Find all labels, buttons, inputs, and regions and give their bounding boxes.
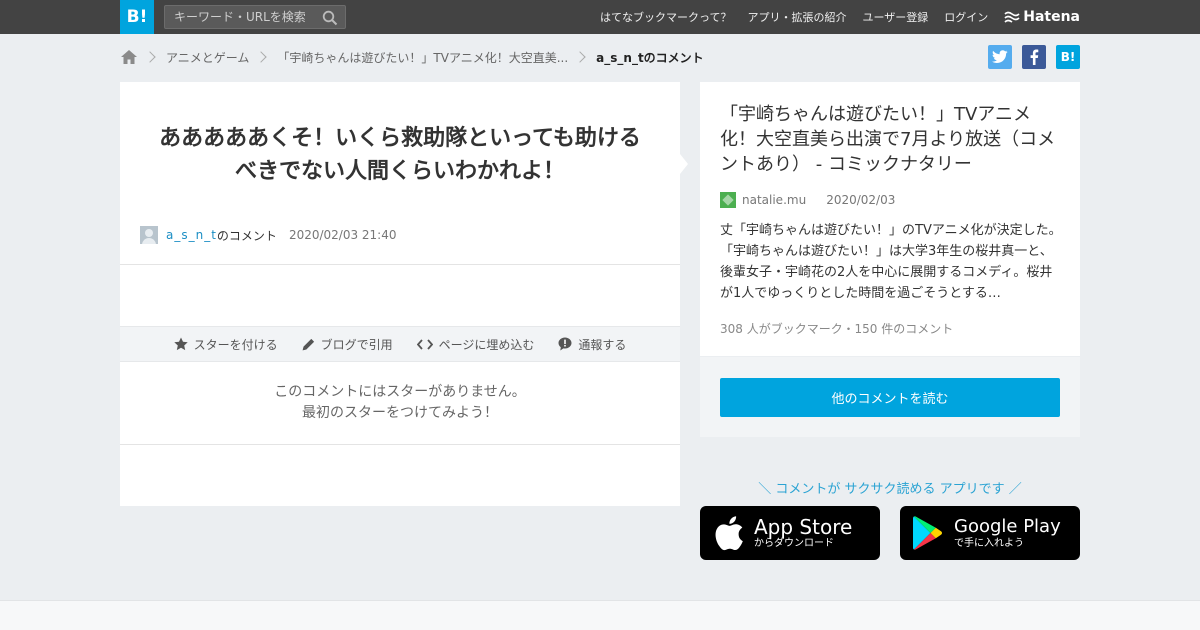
apple-icon — [715, 516, 743, 551]
embed-label: ページに埋め込む — [438, 337, 535, 352]
google-play-title: Google Play — [954, 516, 1061, 537]
hatebu-logo[interactable]: B! — [120, 0, 154, 34]
google-play-icon — [913, 516, 942, 550]
google-play-badge[interactable]: Google Play で手に入れよう — [900, 506, 1080, 560]
site-favicon-icon — [720, 192, 736, 208]
divider — [120, 444, 680, 445]
nav-register[interactable]: ユーザー登録 — [862, 9, 928, 25]
footer-area — [0, 600, 1200, 630]
comment-actions: スターを付ける ブログで引用 ページに埋め込む 通報する — [120, 326, 680, 362]
report-button[interactable]: 通報する — [558, 336, 626, 353]
star-icon — [173, 337, 188, 351]
no-star-line2: 最初のスターをつけてみよう！ — [302, 405, 498, 421]
add-star-label: スターを付ける — [193, 337, 278, 352]
hatebu-share-button[interactable]: B! — [1056, 45, 1080, 69]
app-store-subtitle: からダウンロード — [754, 538, 834, 549]
blog-quote-label: ブログで引用 — [320, 337, 393, 352]
twitter-icon — [992, 50, 1008, 63]
comment-datetime[interactable]: 2020/02/03 21:40 — [289, 228, 397, 242]
breadcrumb-current: a_s_n_tのコメント — [596, 50, 704, 65]
more-comments-area: 他のコメントを読む — [700, 357, 1080, 437]
breadcrumb-separator — [574, 51, 586, 63]
entry-site[interactable]: natalie.mu — [742, 193, 806, 207]
entry-panel: 「宇崎ちゃんは遊びたい！」TVアニメ化！大空直美ら出演で7月より放送（コメントあ… — [700, 82, 1080, 356]
twitter-share-button[interactable] — [988, 45, 1012, 69]
hatena-label: Hatena — [1023, 9, 1080, 25]
top-nav: はてなブックマークって？ アプリ・拡張の紹介 ユーザー登録 ログイン Haten… — [584, 0, 1080, 34]
pencil-icon — [302, 338, 314, 350]
breadcrumb: アニメとゲーム 「宇崎ちゃんは遊びたい！」TVアニメ化！大空直美... a_s_… — [120, 45, 704, 69]
breadcrumb-entry[interactable]: 「宇崎ちゃんは遊びたい！」TVアニメ化！大空直美... — [277, 49, 568, 66]
entry-source: natalie.mu 2020/02/03 — [720, 192, 895, 208]
search-input[interactable] — [165, 6, 315, 28]
embed-button[interactable]: ページに埋め込む — [416, 336, 535, 353]
report-label: 通報する — [578, 337, 627, 352]
breadcrumb-separator — [144, 51, 156, 63]
avatar[interactable] — [140, 226, 158, 244]
comment-text: あああああくそ！いくら救助隊といっても助けるべきでない人間くらいわかれよ！ — [159, 126, 641, 184]
search-box — [164, 5, 346, 29]
google-play-subtitle: で手に入れよう — [954, 538, 1024, 549]
code-icon — [416, 338, 433, 350]
comment-meta: a_s_n_t のコメント 2020/02/03 21:40 — [140, 226, 397, 244]
top-bar: B! はてなブックマークって？ アプリ・拡張の紹介 ユーザー登録 ログイン Ha… — [0, 0, 1200, 34]
share-buttons: B! — [978, 45, 1080, 69]
app-store-badge[interactable]: App Store からダウンロード — [700, 506, 880, 560]
facebook-share-button[interactable] — [1022, 45, 1046, 69]
blog-quote-button[interactable]: ブログで引用 — [302, 336, 393, 353]
hatena-link[interactable]: Hatena — [1004, 9, 1080, 25]
breadcrumb-category[interactable]: アニメとゲーム — [166, 49, 249, 66]
comment-card: あああああくそ！いくら救助隊といっても助けるべきでない人間くらいわかれよ！ a_… — [120, 82, 688, 506]
entry-stats[interactable]: 308 人がブックマーク・150 件のコメント — [720, 320, 953, 337]
app-store-title: App Store — [754, 515, 853, 539]
home-icon[interactable] — [120, 49, 138, 65]
nav-login[interactable]: ログイン — [944, 9, 988, 25]
nav-apps[interactable]: アプリ・拡張の紹介 — [747, 9, 846, 25]
alert-icon — [558, 337, 572, 351]
entry-title[interactable]: 「宇崎ちゃんは遊びたい！」TVアニメ化！大空直美ら出演で7月より放送（コメントあ… — [720, 102, 1065, 177]
breadcrumb-separator — [255, 51, 268, 63]
nav-about[interactable]: はてなブックマークって？ — [600, 9, 731, 25]
read-more-comments-button[interactable]: 他のコメントを読む — [720, 378, 1060, 417]
no-star-message: このコメントにはスターがありません。 最初のスターをつけてみよう！ — [120, 382, 680, 424]
app-promo-text: ＼ コメントが サクサク読める アプリです ／ — [758, 482, 1022, 497]
facebook-icon — [1030, 49, 1039, 65]
no-star-line1: このコメントにはスターがありません。 — [274, 384, 526, 400]
entry-date: 2020/02/03 — [826, 193, 896, 207]
divider — [120, 264, 680, 265]
search-icon[interactable] — [322, 10, 338, 26]
comment-user-suffix: のコメント — [216, 228, 277, 243]
hatena-wave-icon — [1004, 11, 1020, 23]
comment-user[interactable]: a_s_n_t — [166, 228, 217, 242]
card-pointer — [680, 154, 688, 174]
add-star-button[interactable]: スターを付ける — [173, 336, 278, 353]
entry-description: 丈「宇崎ちゃんは遊びたい！」のTVアニメ化が決定した。「宇崎ちゃんは遊びたい！」… — [720, 223, 1062, 301]
